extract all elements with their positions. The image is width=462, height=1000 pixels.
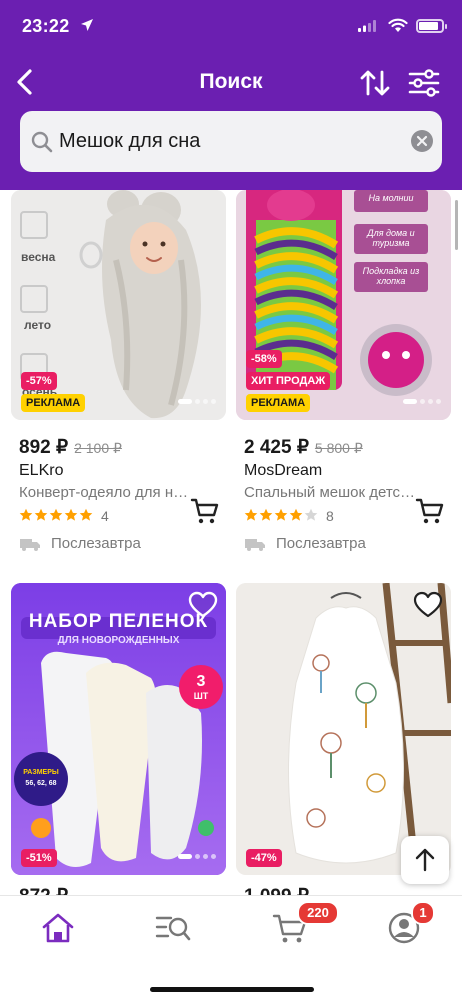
bestseller-badge: ХИТ ПРОДАЖ — [246, 372, 331, 390]
star-icon — [274, 508, 288, 521]
add-to-cart-icon[interactable] — [415, 496, 445, 526]
star-icon — [259, 508, 273, 521]
image-pagination — [403, 399, 441, 407]
ad-badge: РЕКЛАМА — [21, 394, 86, 412]
feature-label: Для дома и туризма — [367, 228, 415, 248]
discount-badge: -57% — [21, 372, 57, 390]
product-title[interactable]: Спальный мешок детский — [244, 484, 416, 501]
sizes-title: РАЗМЕРЫ — [23, 769, 59, 776]
favorite-heart-icon[interactable] — [413, 591, 443, 619]
delivery-info: Послезавтра — [244, 535, 366, 552]
star-icon — [64, 508, 78, 521]
catalog-search-icon[interactable] — [153, 910, 193, 946]
search-query[interactable]: Мешок для сна — [59, 130, 200, 153]
status-bar: 23:22 — [0, 14, 462, 42]
review-count: 8 — [326, 508, 334, 524]
clear-icon[interactable] — [411, 130, 433, 152]
profile-notification-badge: 1 — [411, 901, 435, 925]
delivery-text: Послезавтра — [51, 535, 141, 552]
discount-badge: -51% — [21, 849, 57, 867]
ad-badge: РЕКЛАМА — [246, 394, 311, 412]
wifi-icon — [388, 18, 408, 32]
star-icon — [79, 508, 93, 521]
favorite-heart-icon[interactable] — [188, 591, 218, 619]
add-to-cart-icon[interactable] — [190, 496, 220, 526]
star-icon — [34, 508, 48, 521]
quantity-badge-number: 3 — [196, 673, 206, 690]
page-title: Поиск — [199, 70, 263, 93]
star-icon — [289, 508, 303, 521]
banner-subtitle: ДЛЯ НОВОРОЖДЕННЫХ — [57, 635, 180, 646]
star-icon — [244, 508, 258, 521]
delivery-info: Послезавтра — [19, 535, 141, 552]
delivery-text: Послезавтра — [276, 535, 366, 552]
season-label: лето — [24, 318, 52, 332]
search-input[interactable]: Мешок для сна — [20, 111, 442, 172]
scrollbar[interactable] — [455, 200, 458, 250]
sort-icon[interactable] — [358, 66, 392, 100]
cart-count-badge: 220 — [297, 901, 339, 925]
truck-icon — [20, 539, 40, 552]
product-title[interactable]: Конверт-одеяло для новорожденных — [19, 484, 191, 501]
discount-badge: -47% — [246, 849, 282, 867]
product-image[interactable]: весна лето осень -57% РЕКЛАМА — [11, 190, 226, 420]
app-header: 23:22 Поиск Мешок для сна — [0, 0, 462, 190]
product-image[interactable]: На молнии Для дома и туризма Подкладка и… — [236, 190, 451, 420]
star-icon — [19, 508, 33, 521]
old-price: 2 100 ₽ — [74, 440, 122, 456]
arrow-up-icon — [415, 848, 435, 872]
image-pagination — [178, 854, 216, 862]
rating-stars — [19, 508, 93, 524]
price: 2 425 ₽ 5 800 ₽ — [244, 436, 363, 459]
discount-badge: -58% — [246, 350, 282, 368]
scroll-to-top-button[interactable] — [401, 836, 449, 884]
signal-icon — [358, 20, 376, 32]
star-empty-icon — [304, 508, 318, 521]
product-card[interactable]: весна лето осень -57% РЕКЛАМА 892 ₽ 2 100… — [11, 190, 226, 570]
product-image[interactable]: -47% — [236, 583, 451, 875]
battery-icon — [416, 19, 447, 33]
product-image[interactable]: НАБОР ПЕЛЕНОК ДЛЯ НОВОРОЖДЕННЫХ 3 ШТ РАЗ… — [11, 583, 226, 875]
status-time: 23:22 — [22, 16, 70, 36]
current-price: 2 425 ₽ — [244, 437, 309, 458]
truck-icon — [245, 539, 265, 552]
season-label: весна — [21, 250, 56, 264]
rating-stars — [244, 508, 318, 524]
sleep-sack-image — [236, 583, 451, 875]
feature-label: Подкладка из хлопка — [362, 266, 420, 286]
search-icon — [31, 131, 53, 153]
price: 892 ₽ 2 100 ₽ — [19, 436, 122, 459]
review-count: 4 — [101, 508, 109, 524]
quantity-badge-unit: ШТ — [193, 691, 209, 701]
product-card[interactable]: НАБОР ПЕЛЕНОК ДЛЯ НОВОРОЖДЕННЫХ 3 ШТ РАЗ… — [11, 583, 226, 907]
home-icon[interactable] — [38, 910, 78, 946]
seller-name[interactable]: MosDream — [244, 462, 322, 480]
old-price: 5 800 ₽ — [314, 440, 363, 456]
star-icon — [49, 508, 63, 521]
image-pagination — [178, 399, 216, 407]
filter-icon[interactable] — [406, 66, 442, 100]
bottom-tab-bar: 220 1 — [0, 895, 462, 1000]
product-card[interactable]: На молнии Для дома и туризма Подкладка и… — [236, 190, 451, 570]
home-indicator — [150, 987, 314, 992]
seller-name[interactable]: ELKro — [19, 462, 63, 480]
feature-label: На молнии — [368, 193, 414, 203]
sizes-values: 56, 62, 68 — [25, 780, 57, 787]
location-arrow-icon — [81, 19, 93, 31]
current-price: 892 ₽ — [19, 437, 69, 458]
